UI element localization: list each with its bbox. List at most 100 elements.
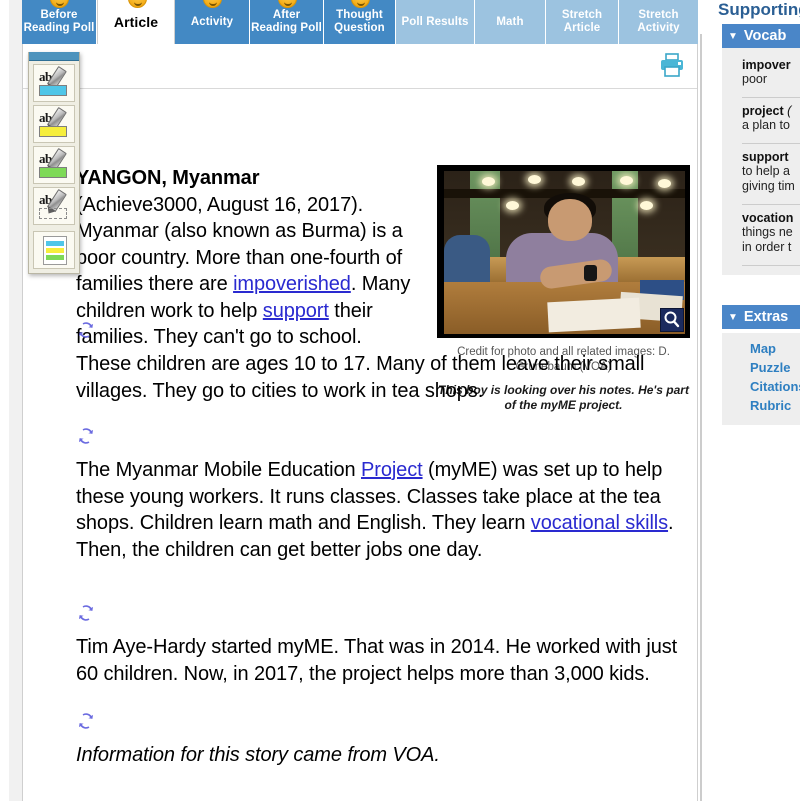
vocab-divider	[742, 265, 800, 266]
article-paragraph: Tim Aye-Hardy started myME. That was in …	[76, 634, 690, 687]
tab-article[interactable]: Article	[97, 0, 175, 44]
highlighter-color-swatch	[39, 208, 67, 219]
tab-badge-icon	[128, 0, 147, 8]
photo-boy-face	[548, 199, 592, 241]
vocab-word: support	[742, 150, 789, 164]
yellow-highlighter[interactable]: ab	[33, 105, 75, 143]
sidebar-title: Supporting	[718, 0, 800, 19]
extras-link-citations[interactable]: Citations	[722, 377, 800, 396]
photo-ceiling-light	[572, 177, 585, 186]
text-run: Tim Aye-Hardy started myME. That was in …	[76, 636, 678, 685]
stripe-yellow	[46, 248, 64, 253]
sidebar-divider	[700, 34, 702, 801]
tab-stretch-activity[interactable]: Stretch Activity	[619, 0, 698, 44]
vocab-entry[interactable]: impover poor	[722, 55, 800, 92]
photo-ceiling-light	[620, 176, 633, 185]
photo-ceiling-light	[658, 179, 671, 188]
vocab-entry[interactable]: vocation things ne in order t	[722, 208, 800, 260]
article-dateline: YANGON, Myanmar	[76, 167, 260, 189]
vocab-link[interactable]: Project	[361, 459, 423, 481]
article-toolbar	[23, 44, 697, 89]
vocab-entry[interactable]: support to help a giving tim	[722, 147, 800, 199]
photo-notebook	[547, 297, 641, 333]
tab-label: Before Reading Poll	[23, 9, 95, 34]
photo-ceiling-light	[640, 201, 653, 210]
tab-poll-results[interactable]: Poll Results	[396, 0, 475, 44]
green-highlighter[interactable]: ab	[33, 146, 75, 184]
vocab-entry[interactable]: project ( a plan to	[722, 101, 800, 138]
article-photo[interactable]	[437, 165, 690, 338]
tab-stretch-article[interactable]: Stretch Article	[546, 0, 619, 44]
tab-before-reading-poll[interactable]: Before Reading Poll	[22, 0, 97, 44]
tab-after-reading-poll[interactable]: After Reading Poll	[250, 0, 324, 44]
supporting-sidebar: Supporting ▼ Vocab impover poor project …	[700, 0, 800, 801]
highlighter-color-swatch	[39, 167, 67, 178]
show-all-highlights-button[interactable]	[33, 231, 75, 269]
lede-body: (Achieve3000, August 16, 2017). Myanmar …	[76, 194, 410, 349]
article-paragraph: These children are ages 10 to 17. Many o…	[76, 351, 690, 404]
photo-ceiling-light	[528, 175, 541, 184]
extras-header-label: Extras	[743, 309, 789, 325]
tab-badge-icon	[50, 0, 69, 8]
article-lede: YANGON, Myanmar (Achieve3000, August 16,…	[76, 165, 431, 351]
extras-link-rubric[interactable]: Rubric	[722, 396, 800, 415]
document-icon	[43, 236, 67, 265]
reword-icon[interactable]	[78, 428, 94, 444]
paragraph-body: The Myanmar Mobile Education Project (my…	[76, 459, 674, 561]
left-gutter	[0, 0, 23, 801]
vocab-definition: to help a giving tim	[742, 164, 795, 193]
reword-icon[interactable]	[78, 322, 94, 338]
extras-link-puzzle[interactable]: Puzzle	[722, 358, 800, 377]
article-paragraph: The Myanmar Mobile Education Project (my…	[76, 457, 690, 563]
left-gutter-white-strip	[0, 0, 9, 801]
tab-badge-icon	[203, 0, 222, 8]
text-run: The Myanmar Mobile Education	[76, 459, 362, 481]
palette-title-bar[interactable]	[29, 52, 79, 61]
paragraph-body: These children are ages 10 to 17. Many o…	[76, 353, 644, 402]
paragraph-body: Information for this story came from VOA…	[76, 744, 440, 766]
text-run: These children are ages 10 to 17. Many o…	[76, 353, 645, 402]
tab-label: Math	[496, 15, 524, 28]
vocab-divider	[742, 143, 800, 144]
extras-section-header[interactable]: ▼ Extras	[722, 305, 800, 329]
printer-icon[interactable]	[659, 53, 685, 77]
reword-icon[interactable]	[78, 605, 94, 621]
vocab-divider	[742, 204, 800, 205]
vocab-header-label: Vocab	[743, 28, 787, 44]
vocab-link[interactable]: impoverished	[233, 273, 351, 295]
tab-math[interactable]: Math	[475, 0, 546, 44]
vocab-link[interactable]: support	[263, 300, 329, 322]
photo-boy-watch	[584, 265, 597, 281]
reword-icon[interactable]	[78, 713, 94, 729]
vocab-divider	[742, 97, 800, 98]
vocab-definition: a plan to	[742, 118, 790, 132]
blue-highlighter[interactable]: ab	[33, 64, 75, 102]
tab-badge-icon	[278, 0, 297, 8]
vocab-word: impover	[742, 58, 791, 72]
vocab-word: project (	[742, 104, 792, 118]
photo-image	[444, 171, 685, 334]
article-content: Credit for photo and all related images:…	[23, 88, 697, 801]
photo-ceiling-light	[482, 177, 495, 186]
magnifier-icon[interactable]	[660, 308, 684, 332]
tab-badge-icon	[351, 0, 370, 8]
highlighter-color-swatch	[39, 126, 67, 137]
article-page: ab ab ab ab Credit for photo and all rel…	[22, 44, 698, 801]
stripe-blue	[46, 241, 64, 246]
highlighter-palette: ab ab ab ab	[28, 52, 80, 274]
tab-activity[interactable]: Activity	[175, 0, 250, 44]
vocab-section-header[interactable]: ▼ Vocab	[722, 24, 800, 48]
tab-label: Thought Question	[334, 9, 385, 34]
extras-panel: Map Puzzle Citations Rubric	[722, 333, 800, 425]
clear-highlighter[interactable]: ab	[33, 187, 75, 225]
tab-label: After Reading Poll	[251, 9, 322, 34]
tab-thought-question[interactable]: Thought Question	[324, 0, 396, 44]
vocab-definition: poor	[742, 72, 768, 86]
photo-ceiling-light	[506, 201, 519, 210]
tab-label: Stretch Activity	[637, 9, 680, 34]
extras-link-map[interactable]: Map	[722, 339, 800, 358]
vocab-link[interactable]: vocational skills	[531, 512, 668, 534]
vocab-word: vocation	[742, 211, 794, 225]
text-run: Information for this story came from VOA…	[76, 744, 440, 766]
vocab-panel: impover poor project ( a plan to support…	[722, 48, 800, 275]
